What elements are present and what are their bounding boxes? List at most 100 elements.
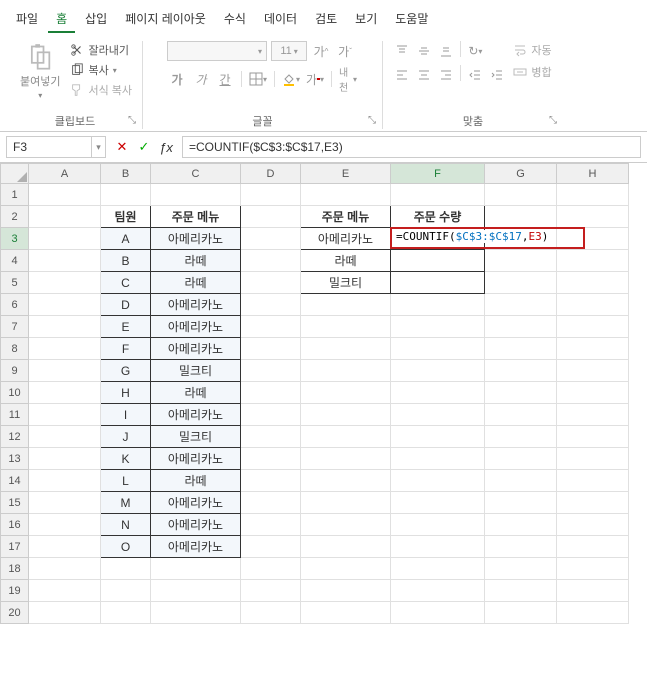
menu-review[interactable]: 검토 bbox=[307, 6, 345, 33]
cell-F5[interactable] bbox=[391, 272, 485, 294]
menu-view[interactable]: 보기 bbox=[347, 6, 385, 33]
row-header-16[interactable]: 16 bbox=[1, 514, 29, 536]
cell-B13[interactable]: K bbox=[101, 448, 151, 470]
row-header-20[interactable]: 20 bbox=[1, 602, 29, 624]
cell-B8[interactable]: F bbox=[101, 338, 151, 360]
row-header-10[interactable]: 10 bbox=[1, 382, 29, 404]
cell-E4[interactable]: 라떼 bbox=[301, 250, 391, 272]
cell-C15[interactable]: 아메리카노 bbox=[151, 492, 241, 514]
bold-button[interactable]: 가 bbox=[167, 69, 187, 89]
copy-button[interactable]: 복사 ▾ bbox=[68, 61, 134, 79]
col-header-B[interactable]: B bbox=[101, 164, 151, 184]
cell-B15[interactable]: M bbox=[101, 492, 151, 514]
row-header-9[interactable]: 9 bbox=[1, 360, 29, 382]
col-header-A[interactable]: A bbox=[29, 164, 101, 184]
formula-enter-button[interactable]: ✓ bbox=[134, 137, 154, 157]
row-header-13[interactable]: 13 bbox=[1, 448, 29, 470]
orientation-button[interactable]: ↻▾ bbox=[465, 41, 485, 61]
row-header-3[interactable]: 3 bbox=[1, 228, 29, 250]
cell-E2[interactable]: 주문 메뉴 bbox=[301, 206, 391, 228]
menu-file[interactable]: 파일 bbox=[8, 6, 46, 33]
row-header-14[interactable]: 14 bbox=[1, 470, 29, 492]
align-right-button[interactable] bbox=[436, 65, 456, 85]
format-painter-button[interactable]: 서식 복사 bbox=[68, 81, 134, 99]
formula-bar[interactable]: =COUNTIF($C$3:$C$17,E3) bbox=[182, 136, 641, 158]
cell-C14[interactable]: 라떼 bbox=[151, 470, 241, 492]
cell-B10[interactable]: H bbox=[101, 382, 151, 404]
align-bottom-button[interactable] bbox=[436, 41, 456, 61]
cut-button[interactable]: 잘라내기 bbox=[68, 41, 134, 59]
col-header-E[interactable]: E bbox=[301, 164, 391, 184]
row-header-11[interactable]: 11 bbox=[1, 404, 29, 426]
cell-E3[interactable]: 아메리카노 bbox=[301, 228, 391, 250]
menu-data[interactable]: 데이터 bbox=[256, 6, 305, 33]
menu-help[interactable]: 도움말 bbox=[387, 6, 436, 33]
cell-B14[interactable]: L bbox=[101, 470, 151, 492]
cell-B6[interactable]: D bbox=[101, 294, 151, 316]
menu-formulas[interactable]: 수식 bbox=[216, 6, 254, 33]
col-header-C[interactable]: C bbox=[151, 164, 241, 184]
col-header-H[interactable]: H bbox=[557, 164, 629, 184]
cell-B3[interactable]: A bbox=[101, 228, 151, 250]
decrease-font-button[interactable]: 가ˇ bbox=[335, 41, 355, 61]
align-middle-button[interactable] bbox=[414, 41, 434, 61]
underline-button[interactable]: 간 bbox=[215, 69, 235, 89]
name-box[interactable]: F3 bbox=[6, 136, 92, 158]
increase-font-button[interactable]: 가^ bbox=[311, 41, 331, 61]
cell-B11[interactable]: I bbox=[101, 404, 151, 426]
menu-insert[interactable]: 삽입 bbox=[77, 6, 115, 33]
cell-C4[interactable]: 라떼 bbox=[151, 250, 241, 272]
cell-C17[interactable]: 아메리카노 bbox=[151, 536, 241, 558]
cell-B7[interactable]: E bbox=[101, 316, 151, 338]
col-header-G[interactable]: G bbox=[485, 164, 557, 184]
row-header-12[interactable]: 12 bbox=[1, 426, 29, 448]
spreadsheet-grid[interactable]: A B C D E F G H 1 2 팀원 주문 메뉴 주문 메뉴 주문 수량… bbox=[0, 163, 647, 624]
select-all-corner[interactable] bbox=[1, 164, 29, 184]
cell-C7[interactable]: 아메리카노 bbox=[151, 316, 241, 338]
row-header-4[interactable]: 4 bbox=[1, 250, 29, 272]
phonetic-button[interactable]: 내천▾ bbox=[338, 69, 358, 89]
cell-C12[interactable]: 밀크티 bbox=[151, 426, 241, 448]
row-header-8[interactable]: 8 bbox=[1, 338, 29, 360]
align-left-button[interactable] bbox=[392, 65, 412, 85]
cell-C16[interactable]: 아메리카노 bbox=[151, 514, 241, 536]
clipboard-dialog-launcher[interactable]: ⤡ bbox=[128, 115, 140, 127]
cell-B12[interactable]: J bbox=[101, 426, 151, 448]
cell-E5[interactable]: 밀크티 bbox=[301, 272, 391, 294]
align-top-button[interactable] bbox=[392, 41, 412, 61]
wrap-text-button[interactable]: 자동 bbox=[511, 41, 553, 59]
cell-B16[interactable]: N bbox=[101, 514, 151, 536]
cell-C5[interactable]: 라떼 bbox=[151, 272, 241, 294]
cell-B5[interactable]: C bbox=[101, 272, 151, 294]
cell-C6[interactable]: 아메리카노 bbox=[151, 294, 241, 316]
cell-C8[interactable]: 아메리카노 bbox=[151, 338, 241, 360]
paste-button[interactable]: 붙여넣기 ▾ bbox=[16, 41, 64, 102]
cell-B4[interactable]: B bbox=[101, 250, 151, 272]
cell-F2[interactable]: 주문 수량 bbox=[391, 206, 485, 228]
increase-indent-button[interactable] bbox=[487, 65, 507, 85]
cell-C11[interactable]: 아메리카노 bbox=[151, 404, 241, 426]
decrease-indent-button[interactable] bbox=[465, 65, 485, 85]
row-header-2[interactable]: 2 bbox=[1, 206, 29, 228]
font-name-combo[interactable]: ▾ bbox=[167, 41, 267, 61]
align-center-button[interactable] bbox=[414, 65, 434, 85]
cell-C10[interactable]: 라떼 bbox=[151, 382, 241, 404]
font-size-combo[interactable]: 11▾ bbox=[271, 41, 307, 61]
row-header-18[interactable]: 18 bbox=[1, 558, 29, 580]
cell-C9[interactable]: 밀크티 bbox=[151, 360, 241, 382]
col-header-D[interactable]: D bbox=[241, 164, 301, 184]
row-header-1[interactable]: 1 bbox=[1, 184, 29, 206]
insert-function-button[interactable]: ƒx bbox=[156, 137, 176, 157]
font-dialog-launcher[interactable]: ⤡ bbox=[368, 115, 380, 127]
row-header-19[interactable]: 19 bbox=[1, 580, 29, 602]
italic-button[interactable]: 가 bbox=[191, 69, 211, 89]
cell-F4[interactable] bbox=[391, 250, 485, 272]
border-button[interactable]: ▾ bbox=[248, 69, 268, 89]
cell-B17[interactable]: O bbox=[101, 536, 151, 558]
formula-cancel-button[interactable]: ✕ bbox=[112, 137, 132, 157]
cell-C2[interactable]: 주문 메뉴 bbox=[151, 206, 241, 228]
row-header-15[interactable]: 15 bbox=[1, 492, 29, 514]
cell-C13[interactable]: 아메리카노 bbox=[151, 448, 241, 470]
merge-button[interactable]: 병합 bbox=[511, 63, 553, 81]
font-color-button[interactable]: 가▾ bbox=[305, 69, 325, 89]
